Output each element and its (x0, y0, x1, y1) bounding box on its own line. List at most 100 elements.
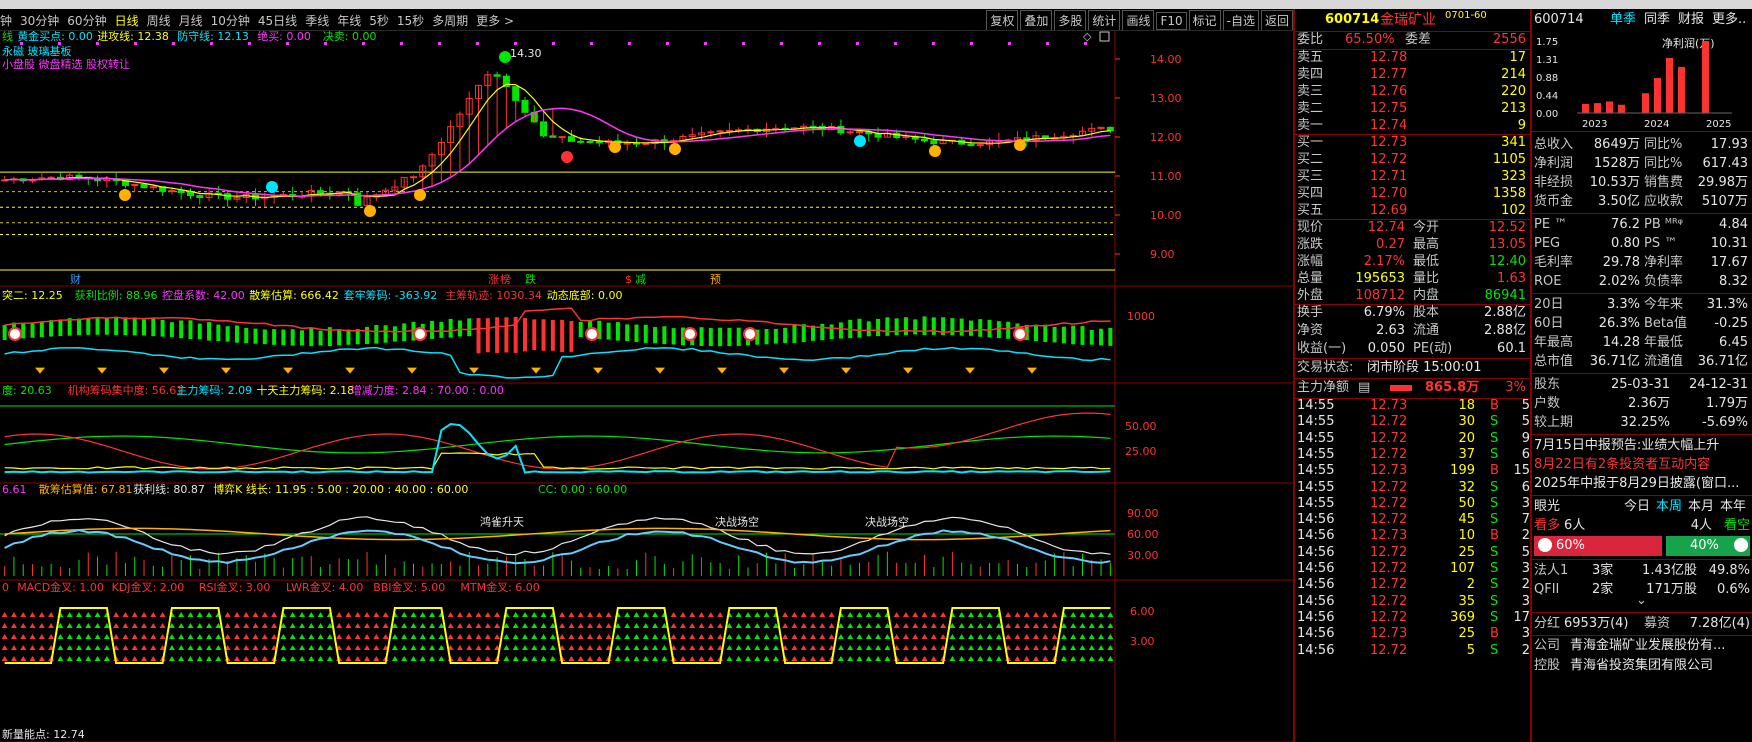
signal-badge-icon[interactable] (364, 205, 376, 217)
ind4-arrow-mark (57, 634, 64, 639)
event-marker[interactable]: 跌 (525, 272, 536, 286)
signal-badge-icon[interactable] (266, 181, 278, 193)
buy-price[interactable]: 12.70 (1370, 185, 1407, 202)
period-tab[interactable]: 10分钟 (211, 14, 250, 28)
signal-badge-icon[interactable] (499, 51, 511, 63)
signal-dot (438, 42, 441, 45)
bull-bar[interactable]: 60% (1534, 536, 1662, 556)
plus-signal-icon[interactable] (1013, 327, 1027, 341)
buy-price[interactable]: 12.73 (1370, 134, 1407, 151)
buy-price[interactable]: 12.69 (1370, 202, 1407, 219)
signal-badge-icon[interactable] (609, 141, 621, 153)
news-item[interactable]: 8月22日有2条投资者互动内容 (1534, 455, 1710, 474)
signal-badge-icon[interactable] (929, 145, 941, 157)
eye-tab[interactable]: 本月 (1688, 497, 1714, 517)
signal-badge-icon[interactable] (854, 135, 866, 147)
eye-tab[interactable]: 本年 (1720, 497, 1746, 517)
tick-time: 14:56 (1297, 512, 1335, 528)
tick-side: S (1490, 414, 1499, 430)
tool-button[interactable]: F10 (1156, 12, 1187, 30)
tick-price: 12.72 (1370, 479, 1408, 495)
tool-button[interactable]: 叠加 (1020, 10, 1053, 30)
signal-badge-icon[interactable] (119, 189, 131, 201)
plus-signal-icon[interactable] (743, 327, 757, 341)
period-tab[interactable]: 周线 (147, 14, 171, 28)
tick-time: 14:55 (1297, 495, 1335, 511)
ind4-arrow-mark (178, 612, 185, 617)
news-item[interactable]: 7月15日中报预告:业绩大幅上升 (1534, 436, 1719, 455)
signal-badge-icon[interactable] (561, 151, 573, 163)
window-icon[interactable] (1099, 31, 1110, 42)
plus-signal-icon[interactable] (8, 327, 22, 341)
sell-price[interactable]: 12.77 (1370, 66, 1407, 83)
period-tab[interactable]: 多周期 (432, 14, 468, 28)
tool-button[interactable]: 复权 (986, 10, 1019, 30)
period-tab[interactable]: 60分钟 (67, 14, 106, 28)
company-value[interactable]: 青海金瑞矿业发展股份有... (1570, 636, 1725, 656)
sell-price[interactable]: 12.75 (1370, 100, 1407, 117)
ind4-arrow-mark (48, 634, 55, 639)
ind4-arrow-mark (159, 612, 166, 617)
ind4-arrow-mark (187, 645, 194, 650)
tool-button[interactable]: 画线 (1122, 10, 1155, 30)
signal-badge-icon[interactable] (1014, 139, 1026, 151)
plus-signal-icon[interactable] (413, 327, 427, 341)
signal-badge-icon[interactable] (669, 143, 681, 155)
period-tab[interactable]: 30分钟 (20, 14, 59, 28)
controller-value[interactable]: 青海省投资集团有限公司 (1570, 656, 1713, 676)
ind4-arrow-mark (837, 656, 844, 661)
period-tab[interactable]: 15秒 (397, 14, 424, 28)
holder-value: 1.79万 (1706, 396, 1748, 411)
fund-tab[interactable]: 财报 (1678, 9, 1704, 31)
diamond-icon[interactable]: ◇ (1083, 31, 1092, 43)
plus-signal-icon[interactable] (683, 327, 697, 341)
eye-tab[interactable]: 今日 (1624, 497, 1650, 517)
sell-price[interactable]: 12.76 (1370, 83, 1407, 100)
kline-chart-svg[interactable]: 线黄金买点: 0.00 进攻线: 12.38 防守线: 12.13 绝买: 0.00 决… (0, 31, 1293, 742)
eye-tab[interactable]: 本周 (1656, 497, 1682, 517)
expand-chevron-icon[interactable]: ⌄ (1636, 594, 1647, 607)
event-marker[interactable]: 财 (70, 272, 81, 286)
ind4-arrow-mark (587, 623, 594, 628)
sell-price[interactable]: 12.74 (1370, 117, 1407, 134)
sell-price[interactable]: 12.78 (1370, 49, 1407, 66)
tick-price: 12.73 (1370, 398, 1408, 413)
period-tab[interactable]: 45日线 (258, 14, 297, 28)
signal-badge-icon[interactable] (414, 189, 426, 201)
fund-row: 2025年中报于8月29日披露(窗口... (1532, 474, 1752, 493)
news-item[interactable]: 2025年中报于8月29日披露(窗口... (1534, 474, 1739, 493)
buy-price[interactable]: 12.72 (1370, 151, 1407, 168)
event-marker[interactable]: 榜 (500, 272, 511, 286)
fund-tab[interactable]: 同季 (1644, 9, 1670, 31)
buy-price[interactable]: 12.71 (1370, 168, 1407, 185)
ind4-arrow-mark (475, 656, 482, 661)
event-marker[interactable]: 减 (635, 273, 646, 286)
tool-button[interactable]: -自选 (1222, 10, 1259, 30)
ind1-bar (485, 318, 490, 353)
event-marker[interactable]: 涨 (488, 273, 499, 286)
period-tab[interactable]: 更多 > (476, 14, 514, 28)
tool-button[interactable]: 标记 (1188, 10, 1221, 30)
period-tab[interactable]: 季线 (305, 14, 329, 28)
bear-bar[interactable]: 40% (1666, 536, 1750, 556)
ind1-bar (885, 317, 890, 336)
period-tab[interactable]: 钟 (0, 14, 12, 28)
period-tab[interactable]: 日线 (115, 14, 139, 28)
kline-chart-area[interactable]: 线黄金买点: 0.00 进攻线: 12.38 防守线: 12.13 绝买: 0.00 决… (0, 31, 1293, 742)
fund-tab[interactable]: 单季 (1610, 9, 1636, 31)
netflow-expand-icon[interactable]: ▤ (1358, 378, 1370, 398)
ind3-white-line (4, 516, 1111, 556)
main-netflow-label[interactable]: 主力净额 (1297, 378, 1349, 398)
tool-button[interactable]: 多股 (1054, 10, 1087, 30)
period-tab[interactable]: 月线 (179, 14, 203, 28)
stock-name[interactable]: 金瑞矿业 (1380, 9, 1436, 31)
fund-tab[interactable]: 更多.. (1712, 9, 1746, 31)
tool-button[interactable]: 统计 (1088, 10, 1121, 30)
plus-signal-icon[interactable] (585, 327, 599, 341)
net-profit-mini-chart[interactable]: 1.751.310.880.440.00净利润(万)2023 2024 2025 (1532, 31, 1752, 131)
event-marker[interactable]: $ (625, 273, 632, 286)
period-tab[interactable]: 年线 (337, 14, 361, 28)
event-marker[interactable]: 预 (710, 273, 721, 286)
tool-button[interactable]: 返回 (1260, 10, 1293, 30)
period-tab[interactable]: 5秒 (369, 14, 389, 28)
